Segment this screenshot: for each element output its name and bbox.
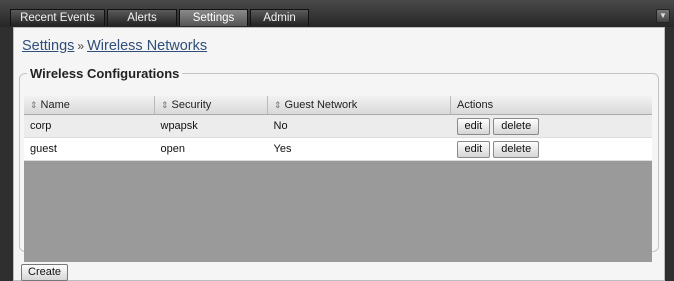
delete-button[interactable]: delete bbox=[493, 140, 540, 158]
top-nav-bar: Recent Events Alerts Settings Admin ▼ bbox=[0, 0, 674, 27]
column-header-security[interactable]: ⇕ Security bbox=[154, 96, 268, 115]
column-label: Name bbox=[40, 99, 70, 111]
column-header-actions: Actions bbox=[450, 96, 652, 115]
configurations-table: ⇕ Name ⇕ Security ⇕ Guest Network Actions c… bbox=[24, 96, 652, 161]
delete-button[interactable]: delete bbox=[493, 117, 540, 135]
breadcrumb-settings-link[interactable]: Settings bbox=[22, 38, 74, 54]
configurations-grid: ⇕ Name ⇕ Security ⇕ Guest Network Actions c… bbox=[24, 96, 652, 262]
cell-security: open bbox=[154, 137, 268, 161]
wireless-configurations-group: Wireless Configurations ⇕ Name ⇕ Security … bbox=[19, 66, 659, 262]
tab-admin[interactable]: Admin bbox=[250, 9, 309, 26]
breadcrumb: Settings» Wireless Networks bbox=[22, 38, 207, 54]
sort-icon: ⇕ bbox=[30, 100, 38, 110]
section-title: Wireless Configurations bbox=[30, 66, 180, 81]
cell-name: guest bbox=[24, 137, 155, 161]
breadcrumb-separator: » bbox=[77, 39, 85, 53]
column-label: Guest Network bbox=[284, 99, 358, 111]
column-header-name[interactable]: ⇕ Name bbox=[24, 96, 155, 115]
column-label: Security bbox=[171, 99, 212, 111]
table-row: corp wpapsk No edit delete bbox=[24, 114, 652, 138]
edit-button[interactable]: edit bbox=[456, 117, 491, 135]
chevron-down-icon[interactable]: ▼ bbox=[656, 9, 670, 23]
breadcrumb-wireless-networks-link[interactable]: Wireless Networks bbox=[87, 38, 207, 54]
column-label: Actions bbox=[457, 99, 494, 111]
create-button[interactable]: Create bbox=[21, 264, 69, 281]
tab-settings[interactable]: Settings bbox=[179, 9, 248, 26]
column-header-guest-network[interactable]: ⇕ Guest Network bbox=[267, 96, 451, 115]
sort-icon: ⇕ bbox=[161, 100, 169, 110]
cell-actions: edit delete bbox=[450, 114, 652, 138]
sort-icon: ⇕ bbox=[274, 100, 282, 110]
table-row: guest open Yes edit delete bbox=[24, 137, 652, 161]
settings-panel: Settings» Wireless Networks Wireless Conf… bbox=[13, 27, 665, 281]
cell-guest-network: No bbox=[267, 114, 451, 138]
cell-guest-network: Yes bbox=[267, 137, 451, 161]
cell-name: corp bbox=[24, 114, 155, 138]
cell-security: wpapsk bbox=[154, 114, 268, 138]
cell-actions: edit delete bbox=[450, 137, 652, 161]
tab-alerts[interactable]: Alerts bbox=[107, 9, 177, 26]
tab-recent-events[interactable]: Recent Events bbox=[10, 9, 105, 26]
edit-button[interactable]: edit bbox=[456, 140, 491, 158]
